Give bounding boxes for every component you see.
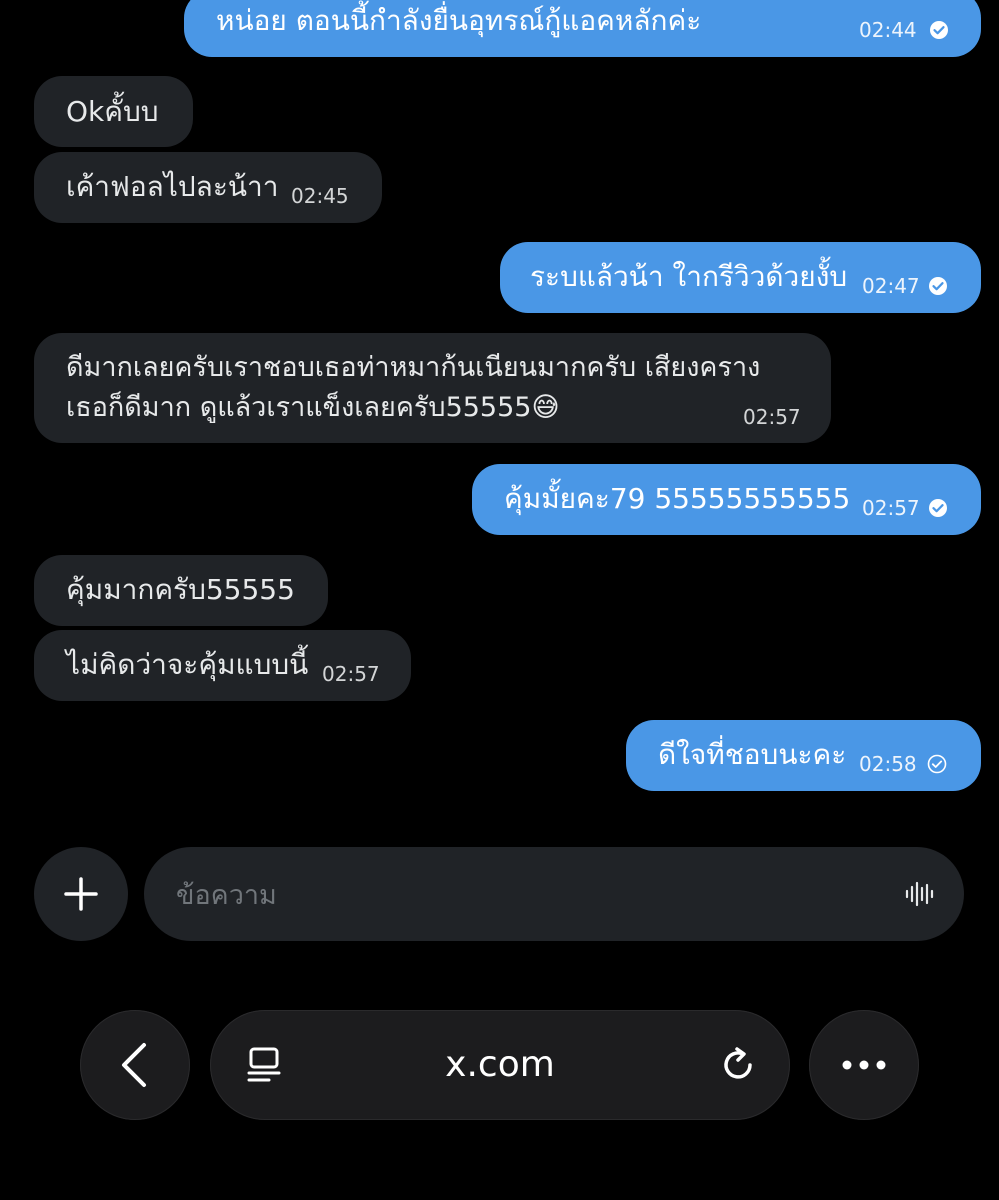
message-time: 02:57 [743,405,801,429]
read-check-icon [929,499,947,517]
message-text-line-1: ดีมากเลยครับเราชอบเธอท่าหมาก้นเนียนมากคร… [66,352,761,383]
message-text: หน่อย ตอนนี้กำลังยื่นอุทรณ์กู้แอคหลักค่ะ [216,4,702,37]
read-check-icon [930,21,948,39]
incoming-message[interactable]: ดีมากเลยครับเราชอบเธอท่าหมาก้นเนียนมากคร… [34,333,831,443]
sent-check-icon [927,754,947,774]
outgoing-message[interactable]: คุ้มมั้ยคะ79 55555555555 02:57 [472,464,981,535]
voice-waveform-icon[interactable] [904,879,934,909]
more-dots-icon [842,1060,886,1070]
reload-icon[interactable] [717,1043,761,1087]
message-text: ดีใจที่ชอบนะคะ [658,738,847,771]
message-time: 02:44 [859,18,917,42]
message-text-line-2: เธอก็ดีมาก ดูแล้วเราแข็งเลยครับ55555😅 [66,392,560,423]
incoming-message[interactable]: เค้าฟอลไปละน้าา 02:45 [34,152,382,223]
message-time: 02:47 [862,274,920,298]
message-time: 02:45 [291,184,349,208]
incoming-message[interactable]: Okคั้บบ [34,76,193,147]
message-text: Okคั้บบ [66,95,159,128]
message-composer [144,847,964,941]
url-text: x.com [445,1044,555,1085]
outgoing-message[interactable]: หน่อย ตอนนี้กำลังยื่นอุทรณ์กู้แอคหลักค่ะ… [184,0,981,57]
message-text: ไม่คิดว่าจะคุ้มแบบนี้ [66,648,309,681]
more-options-button[interactable] [809,1010,919,1120]
message-text: เค้าฟอลไปละน้าา [66,170,279,203]
message-text: คุ้มมากครับ55555 [66,573,295,606]
outgoing-message[interactable]: ดีใจที่ชอบนะคะ 02:58 [626,720,981,791]
incoming-message[interactable]: คุ้มมากครับ55555 [34,555,328,626]
read-check-icon [929,277,947,295]
message-input[interactable] [174,869,878,921]
message-text: คุ้มมั้ยคะ79 55555555555 [504,482,851,515]
incoming-message[interactable]: ไม่คิดว่าจะคุ้มแบบนี้ 02:57 [34,630,411,701]
outgoing-message[interactable]: ระบแล้วน้า ใากรีวิวด้วยงั้บ 02:47 [500,242,981,313]
chevron-left-icon [122,1043,146,1087]
back-button[interactable] [80,1010,190,1120]
add-attachment-button[interactable] [34,847,128,941]
message-time: 02:57 [322,662,380,686]
message-time: 02:57 [862,496,920,520]
message-time: 02:58 [859,752,917,776]
message-text: ระบแล้วน้า ใากรีวิวด้วยงั้บ [530,260,848,293]
plus-icon [64,877,98,911]
address-bar[interactable]: x.com [210,1010,790,1120]
